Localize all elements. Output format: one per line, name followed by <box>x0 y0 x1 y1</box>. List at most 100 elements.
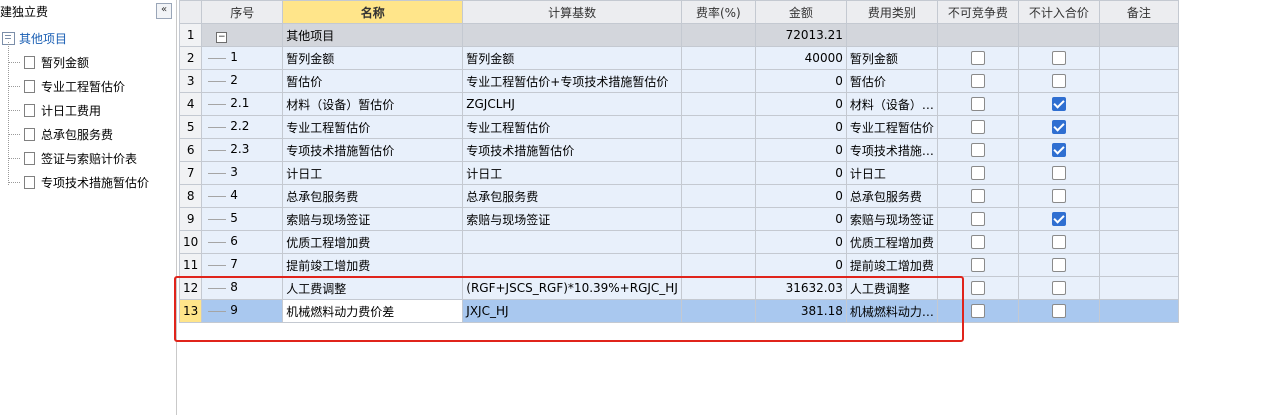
header-amount[interactable]: 金额 <box>754 0 847 24</box>
table-row[interactable]: 2 1 暂列金额 暂列金额 40000 暂列金额 <box>178 46 1179 70</box>
amount-cell[interactable]: 381.18 <box>754 299 847 323</box>
base-cell[interactable] <box>462 253 682 277</box>
row-number[interactable]: 4 <box>178 92 203 116</box>
seq-cell[interactable]: 5 <box>201 207 284 231</box>
noncompetitive-checkbox[interactable] <box>970 143 985 158</box>
row-number[interactable]: 1 <box>178 23 203 47</box>
rate-cell[interactable] <box>680 161 756 185</box>
seq-cell[interactable]: 9 <box>201 299 284 323</box>
base-cell[interactable]: 专业工程暂估价+专项技术措施暂估价 <box>462 69 682 93</box>
category-cell[interactable]: 计日工 <box>845 161 938 185</box>
rate-cell[interactable] <box>680 207 756 231</box>
excluded-checkbox[interactable] <box>1051 304 1066 319</box>
amount-cell[interactable]: 0 <box>754 161 847 185</box>
rate-cell[interactable] <box>680 299 756 323</box>
name-cell[interactable]: 机械燃料动力费价差 <box>282 299 464 323</box>
note-cell[interactable] <box>1098 138 1179 162</box>
amount-cell[interactable]: 40000 <box>754 46 847 70</box>
noncompetitive-checkbox[interactable] <box>970 97 985 112</box>
table-row[interactable]: 11 7 提前竣工增加费 0 提前竣工增加费 <box>178 253 1179 277</box>
category-cell[interactable]: 机械燃料动力… <box>845 299 938 323</box>
rate-cell[interactable] <box>680 138 756 162</box>
note-cell[interactable] <box>1098 184 1179 208</box>
seq-cell[interactable]: 7 <box>201 253 284 277</box>
base-cell[interactable]: 索赔与现场签证 <box>462 207 682 231</box>
collapse-toggle-icon[interactable]: − <box>216 31 228 43</box>
table-row[interactable]: 8 4 总承包服务费 总承包服务费 0 总承包服务费 <box>178 184 1179 208</box>
rate-cell[interactable] <box>680 276 756 300</box>
note-cell[interactable] <box>1098 161 1179 185</box>
name-cell[interactable]: 提前竣工增加费 <box>282 253 464 277</box>
seq-cell[interactable]: 2.3 <box>201 138 284 162</box>
base-cell[interactable]: 总承包服务费 <box>462 184 682 208</box>
category-cell[interactable]: 专项技术措施… <box>845 138 938 162</box>
excluded-checkbox[interactable] <box>1051 235 1066 250</box>
table-row[interactable]: 13 9 机械燃料动力费价差 JXJC_HJ 381.18 机械燃料动力… <box>178 299 1179 323</box>
amount-cell[interactable]: 0 <box>754 138 847 162</box>
header-note[interactable]: 备注 <box>1098 0 1179 24</box>
base-cell[interactable]: 专业工程暂估价 <box>462 115 682 139</box>
header-rate[interactable]: 费率(%) <box>680 0 756 24</box>
category-cell[interactable]: 暂估价 <box>845 69 938 93</box>
base-cell[interactable] <box>462 230 682 254</box>
base-cell[interactable]: 暂列金额 <box>462 46 682 70</box>
excluded-checkbox[interactable] <box>1051 97 1066 112</box>
amount-cell[interactable]: 0 <box>754 253 847 277</box>
row-number[interactable]: 3 <box>178 69 203 93</box>
header-category[interactable]: 费用类别 <box>845 0 938 24</box>
seq-cell[interactable]: 4 <box>201 184 284 208</box>
amount-cell[interactable]: 0 <box>754 92 847 116</box>
header-seq[interactable]: 序号 <box>201 0 284 24</box>
rate-cell[interactable] <box>680 184 756 208</box>
base-cell[interactable]: 计日工 <box>462 161 682 185</box>
rate-cell[interactable] <box>680 115 756 139</box>
header-name[interactable]: 名称 <box>282 0 464 24</box>
name-cell[interactable]: 索赔与现场签证 <box>282 207 464 231</box>
tree-item[interactable]: 暂列金额 <box>8 51 89 73</box>
table-row[interactable]: 6 2.3 专项技术措施暂估价 专项技术措施暂估价 0 专项技术措施… <box>178 138 1179 162</box>
name-cell[interactable]: 材料（设备）暂估价 <box>282 92 464 116</box>
seq-cell[interactable]: 6 <box>201 230 284 254</box>
note-cell[interactable] <box>1098 299 1179 323</box>
rate-cell[interactable] <box>680 46 756 70</box>
rate-cell[interactable] <box>680 69 756 93</box>
amount-cell[interactable]: 31632.03 <box>754 276 847 300</box>
table-row[interactable]: 12 8 人工费调整 (RGF+JSCS_RGF)*10.39%+RGJC_HJ 316… <box>178 276 1179 300</box>
header-noncompetitive[interactable]: 不可竞争费 <box>936 0 1019 24</box>
rate-cell[interactable] <box>680 23 756 47</box>
table-row[interactable]: 7 3 计日工 计日工 0 计日工 <box>178 161 1179 185</box>
category-cell[interactable]: 专业工程暂估价 <box>845 115 938 139</box>
noncompetitive-checkbox[interactable] <box>970 189 985 204</box>
note-cell[interactable] <box>1098 115 1179 139</box>
note-cell[interactable] <box>1098 23 1179 47</box>
noncompetitive-checkbox[interactable] <box>970 304 985 319</box>
row-number[interactable]: 2 <box>178 46 203 70</box>
row-number[interactable]: 6 <box>178 138 203 162</box>
tree-item[interactable]: 计日工费用 <box>8 99 101 121</box>
name-cell[interactable]: 暂列金额 <box>282 46 464 70</box>
table-row[interactable]: 9 5 索赔与现场签证 索赔与现场签证 0 索赔与现场签证 <box>178 207 1179 231</box>
excluded-checkbox[interactable] <box>1051 74 1066 89</box>
category-cell[interactable]: 优质工程增加费 <box>845 230 938 254</box>
note-cell[interactable] <box>1098 46 1179 70</box>
name-cell[interactable]: 计日工 <box>282 161 464 185</box>
table-row[interactable]: 10 6 优质工程增加费 0 优质工程增加费 <box>178 230 1179 254</box>
excluded-checkbox[interactable] <box>1051 120 1066 135</box>
category-cell[interactable]: 材料（设备）… <box>845 92 938 116</box>
noncompetitive-checkbox[interactable] <box>970 74 985 89</box>
seq-cell[interactable]: 2.2 <box>201 115 284 139</box>
seq-cell[interactable]: 1 <box>201 46 284 70</box>
table-row[interactable]: 5 2.2 专业工程暂估价 专业工程暂估价 0 专业工程暂估价 <box>178 115 1179 139</box>
table-row[interactable]: 4 2.1 材料（设备）暂估价 ZGJCLHJ 0 材料（设备）… <box>178 92 1179 116</box>
amount-cell[interactable]: 0 <box>754 115 847 139</box>
excluded-checkbox[interactable] <box>1051 143 1066 158</box>
row-number[interactable]: 8 <box>178 184 203 208</box>
excluded-checkbox[interactable] <box>1051 258 1066 273</box>
header-excluded[interactable]: 不计入合价 <box>1017 0 1100 24</box>
amount-cell[interactable]: 0 <box>754 69 847 93</box>
base-cell[interactable] <box>462 23 682 47</box>
tree-item[interactable]: 专项技术措施暂估价 <box>8 171 149 193</box>
row-number[interactable]: 7 <box>178 161 203 185</box>
row-number[interactable]: 11 <box>178 253 203 277</box>
tree-item[interactable]: 总承包服务费 <box>8 123 113 145</box>
